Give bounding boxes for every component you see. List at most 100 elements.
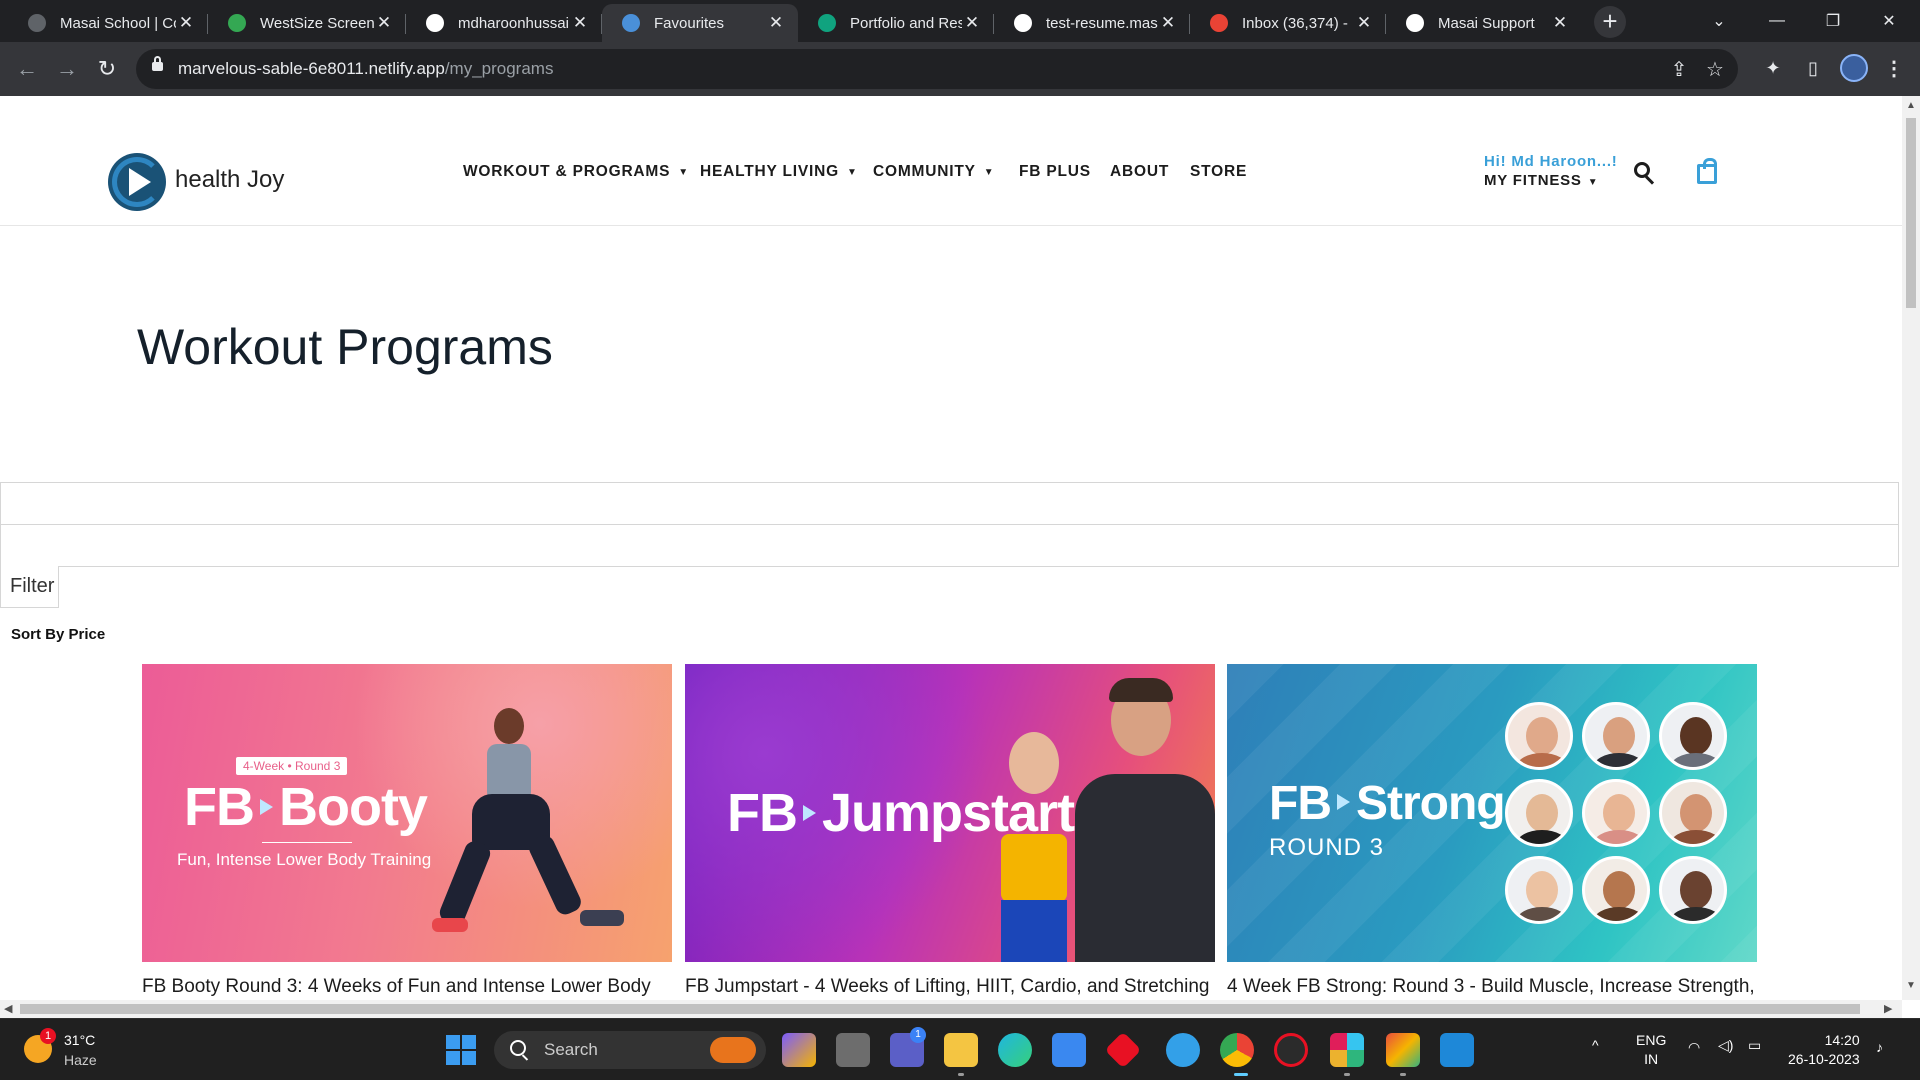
scroll-down-icon[interactable]: ▼: [1906, 980, 1916, 991]
system-clock[interactable]: 14:20 26-10-2023: [1788, 1031, 1860, 1069]
scroll-thumb[interactable]: [1906, 118, 1916, 308]
sort-by-price[interactable]: Sort By Price: [11, 626, 105, 643]
app-icon[interactable]: [1386, 1033, 1420, 1067]
close-icon[interactable]: ✕: [570, 13, 590, 33]
close-icon[interactable]: ✕: [374, 13, 394, 33]
close-icon[interactable]: ✕: [962, 13, 982, 33]
program-card[interactable]: 4-Week • Round 3 FB Booty Fun, Intense Lo…: [142, 664, 672, 997]
program-card[interactable]: FB Strong ROUND 3 4 Week FB Strong: Round…: [1227, 664, 1757, 997]
app-diamond-icon[interactable]: [1104, 1031, 1142, 1069]
program-tag: 4-Week • Round 3: [236, 757, 348, 775]
trainer-avatar: [1505, 856, 1573, 924]
scroll-thumb[interactable]: [20, 1004, 1860, 1014]
search-icon[interactable]: [1634, 162, 1656, 186]
trainer-avatar: [1505, 779, 1573, 847]
minimize-icon[interactable]: —: [1752, 0, 1802, 42]
close-icon[interactable]: ✕: [1550, 13, 1570, 33]
browser-tab-active[interactable]: Favourites ✕: [602, 4, 798, 42]
horizontal-scrollbar[interactable]: ◀ ▶: [0, 1000, 1902, 1018]
nav-fb-plus[interactable]: FB PLUS: [1019, 163, 1091, 181]
back-icon[interactable]: ←: [10, 52, 44, 86]
app-icon[interactable]: [1274, 1033, 1308, 1067]
program-title[interactable]: 4 Week FB Strong: Round 3 - Build Muscle…: [1227, 976, 1757, 998]
trainer-avatar: [1505, 702, 1573, 770]
shopping-bag-icon[interactable]: [1697, 158, 1717, 184]
store-icon[interactable]: [1052, 1033, 1086, 1067]
nav-healthy-living[interactable]: HEALTHY LIVING ▼: [700, 163, 858, 181]
volume-icon[interactable]: ◁): [1718, 1037, 1733, 1054]
restore-icon[interactable]: ❐: [1808, 0, 1858, 42]
scroll-up-icon[interactable]: ▲: [1906, 100, 1916, 111]
temperature[interactable]: 31°C: [64, 1032, 95, 1048]
nav-workout-programs[interactable]: WORKOUT & PROGRAMS ▼: [463, 163, 689, 181]
lock-icon: [152, 56, 163, 71]
app-icon[interactable]: [782, 1033, 816, 1067]
nav-store[interactable]: STORE: [1190, 163, 1247, 181]
close-icon[interactable]: ✕: [1158, 13, 1178, 33]
program-thumbnail[interactable]: FB Jumpstart: [685, 664, 1215, 962]
trainer-avatar: [1582, 856, 1650, 924]
brand-name[interactable]: health Joy: [175, 166, 284, 194]
extensions-icon[interactable]: ✦: [1760, 58, 1786, 79]
filter-button[interactable]: Filter: [0, 566, 59, 608]
chrome-icon[interactable]: [1220, 1033, 1254, 1067]
chevron-up-icon[interactable]: ^: [1592, 1037, 1599, 1053]
browser-tab[interactable]: Masai School | Co ✕: [8, 4, 208, 42]
slack-icon[interactable]: [1330, 1033, 1364, 1067]
wifi-icon[interactable]: ◠: [1688, 1039, 1700, 1056]
program-subtitle: Fun, Intense Lower Body Training: [177, 850, 432, 869]
reload-icon[interactable]: ↻: [90, 52, 124, 86]
tab-search-icon[interactable]: ⌄: [1694, 0, 1744, 42]
file-explorer-icon[interactable]: [944, 1033, 978, 1067]
vertical-scrollbar[interactable]: ▲ ▼: [1902, 96, 1920, 1000]
bookmark-star-icon[interactable]: ☆: [1702, 57, 1728, 82]
program-title[interactable]: FB Jumpstart - 4 Weeks of Lifting, HIIT,…: [685, 976, 1215, 998]
program-card[interactable]: FB Jumpstart FB Jumpstart - 4 Weeks of Li…: [685, 664, 1215, 997]
close-icon[interactable]: ✕: [1354, 13, 1374, 33]
filter-bar-top[interactable]: [0, 482, 1899, 525]
browser-tab[interactable]: Masai Support ✕: [1386, 4, 1582, 42]
address-bar[interactable]: marvelous-sable-6e8011.netlify.app/my_pr…: [136, 49, 1738, 89]
url-text[interactable]: marvelous-sable-6e8011.netlify.app/my_pr…: [178, 59, 553, 79]
nav-about[interactable]: ABOUT: [1110, 163, 1169, 181]
scroll-right-icon[interactable]: ▶: [1884, 1002, 1892, 1015]
user-greeting: Hi! Md Haroon...!: [1484, 153, 1618, 170]
program-thumbnail[interactable]: 4-Week • Round 3 FB Booty Fun, Intense Lo…: [142, 664, 672, 962]
browser-tab[interactable]: WestSize Screens ✕: [208, 4, 406, 42]
weather-condition[interactable]: Haze: [64, 1052, 97, 1068]
scroll-left-icon[interactable]: ◀: [4, 1002, 12, 1015]
edge-icon[interactable]: [998, 1033, 1032, 1067]
side-panel-icon[interactable]: ▯: [1800, 58, 1826, 79]
browser-tab[interactable]: mdharoonhussai ✕: [406, 4, 602, 42]
trainer-avatar: [1582, 779, 1650, 847]
more-menu-icon[interactable]: ⋮: [1884, 56, 1904, 81]
new-tab-button[interactable]: +: [1594, 6, 1626, 38]
browser-tab[interactable]: test-resume.mas ✕: [994, 4, 1190, 42]
vscode-icon[interactable]: [1440, 1033, 1474, 1067]
caret-down-icon: ▼: [983, 166, 995, 178]
battery-icon[interactable]: ▭: [1748, 1037, 1761, 1054]
browser-tab[interactable]: Inbox (36,374) - ✕: [1190, 4, 1386, 42]
my-fitness-menu[interactable]: MY FITNESS ▼: [1484, 172, 1598, 189]
close-icon[interactable]: ✕: [176, 13, 196, 33]
browser-tab[interactable]: Portfolio and Res ✕: [798, 4, 994, 42]
language-indicator[interactable]: ENG IN: [1636, 1031, 1666, 1069]
page-viewport: health Joy WORKOUT & PROGRAMS ▼ HEALTHY L…: [0, 96, 1902, 1000]
share-icon[interactable]: ⇪: [1666, 57, 1692, 82]
gmail-icon: [1210, 14, 1228, 32]
close-icon[interactable]: ✕: [766, 13, 786, 33]
forward-icon[interactable]: →: [50, 52, 84, 86]
task-view-icon[interactable]: [836, 1033, 870, 1067]
close-window-icon[interactable]: ✕: [1864, 0, 1914, 42]
program-title[interactable]: FB Booty Round 3: 4 Weeks of Fun and Int…: [142, 976, 672, 998]
windows-start-icon[interactable]: [446, 1035, 476, 1065]
program-thumbnail[interactable]: FB Strong ROUND 3: [1227, 664, 1757, 962]
filter-bar-bottom[interactable]: [0, 524, 1899, 567]
notifications-bell-icon[interactable]: ♪: [1876, 1039, 1883, 1055]
brand-logo-icon[interactable]: [108, 153, 166, 211]
profile-avatar[interactable]: [1840, 54, 1868, 82]
app-question-icon[interactable]: [1166, 1033, 1200, 1067]
notification-badge: 1: [40, 1028, 56, 1044]
taskbar-search[interactable]: Search: [494, 1031, 766, 1069]
nav-community[interactable]: COMMUNITY ▼: [873, 163, 994, 181]
